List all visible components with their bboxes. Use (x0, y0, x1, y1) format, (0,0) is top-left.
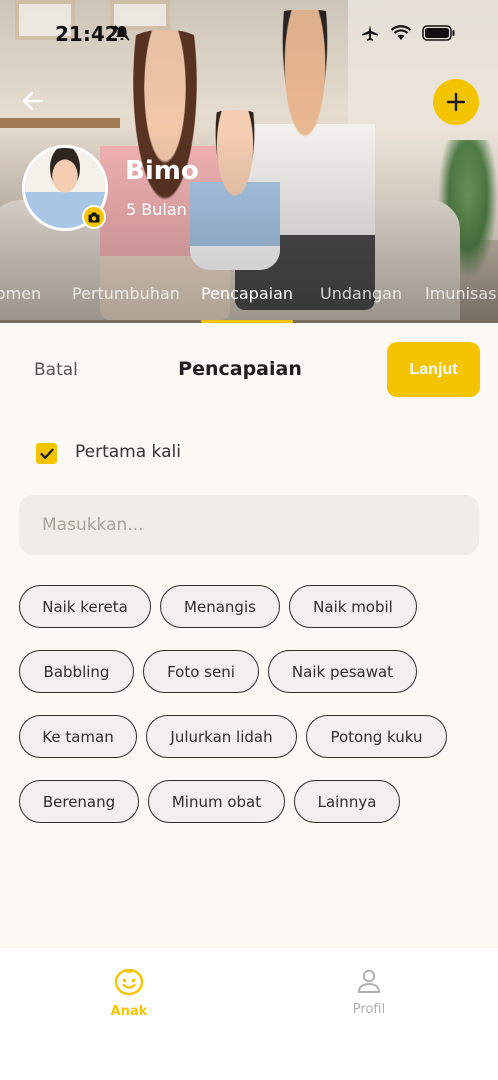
status-icons (360, 24, 456, 42)
add-button[interactable] (433, 79, 479, 125)
chip-minum-obat[interactable]: Minum obat (148, 780, 285, 823)
airplane-icon (362, 25, 378, 41)
chip-babbling[interactable]: Babbling (19, 650, 134, 693)
chip-potong-kuku[interactable]: Potong kuku (306, 715, 447, 758)
nav-profil-label: Profil (352, 1002, 386, 1017)
chip-berenang[interactable]: Berenang (19, 780, 139, 823)
nav-anak[interactable]: Anak (69, 968, 189, 1019)
tab-momen[interactable]: Momen (0, 284, 41, 303)
nav-anak-label: Anak (110, 1004, 148, 1019)
first-time-checkbox[interactable] (36, 443, 57, 464)
milestone-input[interactable] (19, 495, 479, 555)
chip-ke-taman[interactable]: Ke taman (19, 715, 137, 758)
checkmark-icon (39, 448, 54, 459)
child-name: Bimo (125, 156, 199, 186)
plus-icon (446, 92, 466, 112)
change-photo-button[interactable] (82, 205, 106, 229)
smiley-face-icon (114, 968, 144, 996)
chip-julurkan-lidah[interactable]: Julurkan lidah (146, 715, 297, 758)
category-tabs: Momen Pertumbuhan Pencapaian Undangan Im… (0, 284, 498, 310)
person-icon (358, 969, 380, 993)
tab-pencapaian[interactable]: Pencapaian (201, 284, 293, 303)
back-button[interactable] (18, 86, 48, 116)
chip-naik-mobil[interactable]: Naik mobil (289, 585, 417, 628)
camera-icon (88, 212, 100, 222)
wifi-icon (390, 25, 412, 40)
chip-naik-pesawat[interactable]: Naik pesawat (268, 650, 417, 693)
chip-lainnya[interactable]: Lainnya (294, 780, 400, 823)
child-age: 5 Bulan (126, 200, 187, 219)
battery-icon (422, 25, 455, 41)
first-time-label: Pertama kali (75, 442, 181, 462)
tab-imunisasi[interactable]: Imunisasi (425, 284, 498, 303)
milestone-sheet (0, 323, 498, 948)
arrow-left-icon (22, 91, 44, 111)
chip-menangis[interactable]: Menangis (160, 585, 280, 628)
bottom-navigation: Anak Profil (0, 948, 498, 1080)
chip-foto-seni[interactable]: Foto seni (143, 650, 259, 693)
chip-naik-kereta[interactable]: Naik kereta (19, 585, 151, 628)
tab-undangan[interactable]: Undangan (320, 284, 402, 303)
status-time: 21:42 (55, 22, 119, 46)
tab-pertumbuhan[interactable]: Pertumbuhan (72, 284, 180, 303)
nav-profil[interactable]: Profil (309, 968, 429, 1017)
next-button[interactable]: Lanjut (387, 342, 480, 397)
bell-off-icon (114, 25, 130, 41)
